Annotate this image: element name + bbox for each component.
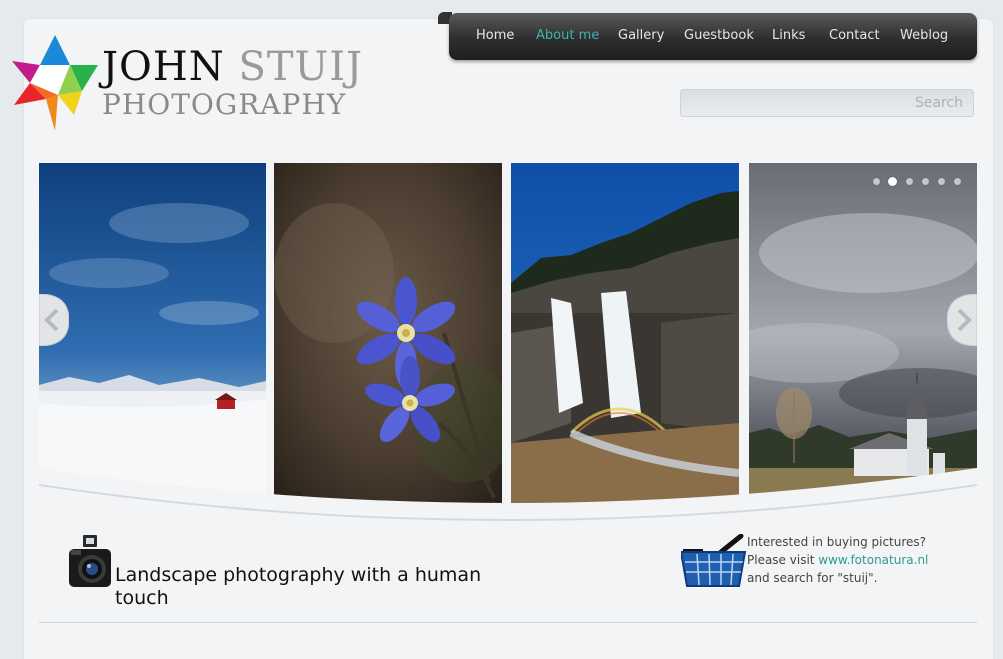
tagline: Landscape photography with a human touch [115,564,482,609]
chevron-left-icon [38,293,70,347]
star-logo-icon [12,35,98,131]
logo-last-name: STUIJ [238,44,364,90]
nav-item-weblog[interactable]: Weblog [900,28,948,43]
slider-dot-6[interactable] [954,178,961,185]
nav-item-about-me[interactable]: About me [536,28,599,43]
buy-line-1: Interested in buying pictures? [747,535,927,549]
logo-first-name: JOHN [102,44,225,90]
fotonatura-link[interactable]: www.fotonatura.nl [818,553,928,567]
slider-dot-4[interactable] [922,178,929,185]
buy-line-2-prefix: Please visit [747,553,819,567]
slider-dot-5[interactable] [938,178,945,185]
camera-icon [69,535,111,587]
slider-dot-2[interactable] [888,177,897,186]
image-slider [39,163,977,523]
buy-line-2: Please visit www.fotonatura.nl [747,551,977,569]
slider-curve-mask [39,468,977,523]
nav-item-links[interactable]: Links [772,28,805,43]
chevron-right-icon [946,293,978,347]
slider-next-button[interactable] [946,293,978,347]
search-input[interactable] [680,89,974,117]
nav-item-contact[interactable]: Contact [829,28,880,43]
logo-name: JOHN STUIJ [102,43,363,91]
footer-divider [39,622,977,623]
logo-subtitle: PHOTOGRAPHY [102,88,347,121]
shopping-basket-icon [681,534,747,587]
nav-item-guestbook[interactable]: Guestbook [684,28,754,43]
slider-dot-1[interactable] [873,178,880,185]
buy-line-3: and search for "stuij". [747,571,878,585]
slider-prev-button[interactable] [38,293,70,347]
site-logo[interactable]: JOHN STUIJ PHOTOGRAPHY [12,33,362,133]
buy-info: Interested in buying pictures? Please vi… [747,533,977,587]
nav-item-home[interactable]: Home [476,28,514,43]
nav-item-gallery[interactable]: Gallery [618,28,664,43]
main-nav: Home About me Gallery Guestbook Links Co… [449,13,977,60]
slider-dot-3[interactable] [906,178,913,185]
